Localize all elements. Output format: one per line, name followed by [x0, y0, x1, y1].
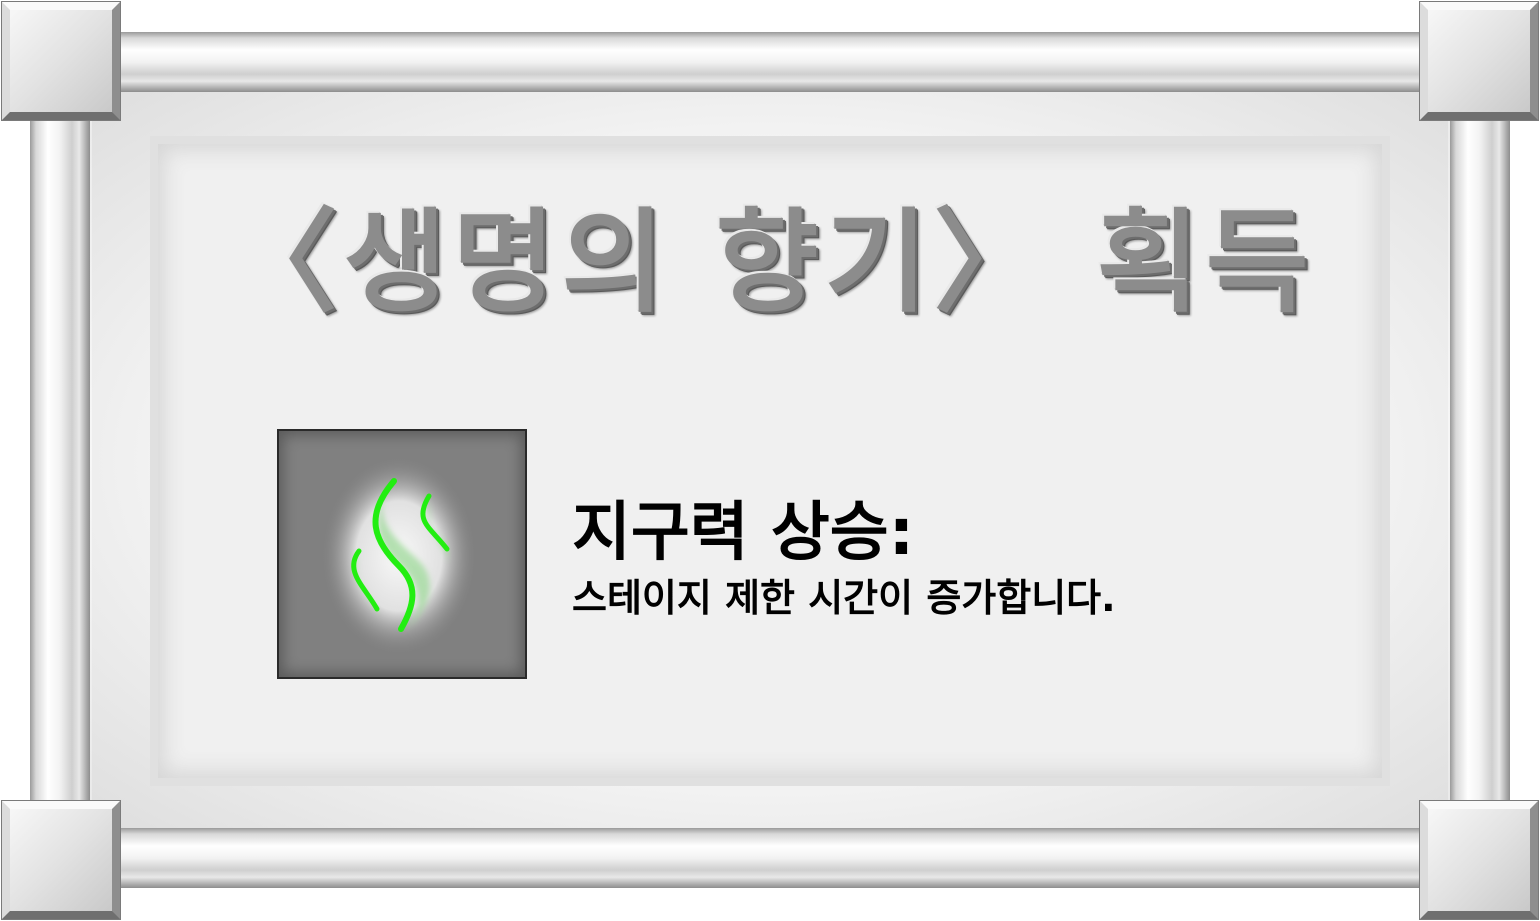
frame-corner-bottom-right: [1420, 801, 1538, 919]
frame-corner-top-left: [2, 2, 120, 120]
green-scent-wisps-icon: [321, 456, 477, 656]
effect-description: 스테이지 제한 시간이 증가합니다.: [572, 576, 1116, 620]
frame-rail-top: [118, 32, 1422, 92]
frame-corner-bottom-left: [2, 801, 120, 919]
frame-rail-right: [1450, 118, 1510, 804]
item-icon-slot: [277, 429, 527, 679]
frame-corner-top-right: [1420, 2, 1538, 120]
popup-title: 〈생명의 향기〉 획득: [225, 198, 1315, 328]
frame-rail-left: [30, 118, 90, 804]
effect-title: 지구력 상승:: [572, 496, 915, 570]
item-acquired-popup: 〈생명의 향기〉 획득 지구력 상승: 스테이지 제한 시간이 증가합니다.: [0, 0, 1540, 921]
frame-rail-bottom: [118, 828, 1422, 888]
